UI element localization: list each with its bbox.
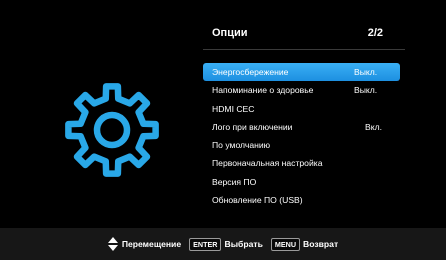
gear-icon	[65, 83, 159, 177]
menu-item-software-update-usb[interactable]: Обновление ПО (USB)	[203, 191, 400, 209]
menu-item-label: По умолчанию	[212, 140, 271, 151]
menu-item-initial-setup[interactable]: Первоначальная настройка	[203, 154, 400, 172]
select-hint: Выбрать	[224, 239, 263, 249]
menu-item-value: Выкл.	[354, 85, 378, 96]
move-hint: Перемещение	[121, 239, 182, 249]
back-hint: Возврат	[303, 239, 339, 249]
footer-hint-bar: Перемещение ENTER Выбрать MENU Возврат	[0, 228, 446, 260]
menu-item-label: Напоминание о здоровье	[212, 85, 314, 96]
menu-item-value: Выкл.	[354, 67, 378, 77]
page-title: Опции	[212, 27, 248, 39]
menu-item-label: Первоначальная настройка	[212, 158, 323, 169]
menu-item-boot-logo[interactable]: Лого при включении Вкл.	[203, 118, 400, 136]
menu-item-energy-saving[interactable]: Энергосбережение Выкл.	[203, 63, 400, 82]
menu-item-label: HDMI CEC	[212, 103, 255, 114]
menu-item-software-version[interactable]: Версия ПО	[203, 173, 400, 191]
menu-key-badge: MENU	[270, 237, 301, 251]
options-header: Опции 2/2	[203, 24, 405, 46]
up-down-arrows-icon	[107, 237, 118, 251]
menu-item-label: Энергосбережение	[212, 67, 289, 77]
menu-item-label: Лого при включении	[212, 121, 293, 132]
divider	[203, 49, 405, 50]
menu-item-label: Версия ПО	[212, 176, 257, 187]
menu-item-hdmi-cec[interactable]: HDMI CEC	[203, 100, 400, 118]
options-menu: Энергосбережение Выкл. Напоминание о здо…	[203, 63, 400, 209]
menu-item-value: Вкл.	[365, 121, 382, 132]
menu-item-default[interactable]: По умолчанию	[203, 136, 400, 154]
menu-item-label: Обновление ПО (USB)	[212, 195, 303, 206]
page-indicator: 2/2	[367, 27, 383, 39]
menu-item-health-reminder[interactable]: Напоминание о здоровье Выкл.	[203, 81, 400, 99]
enter-key-badge: ENTER	[189, 237, 222, 251]
